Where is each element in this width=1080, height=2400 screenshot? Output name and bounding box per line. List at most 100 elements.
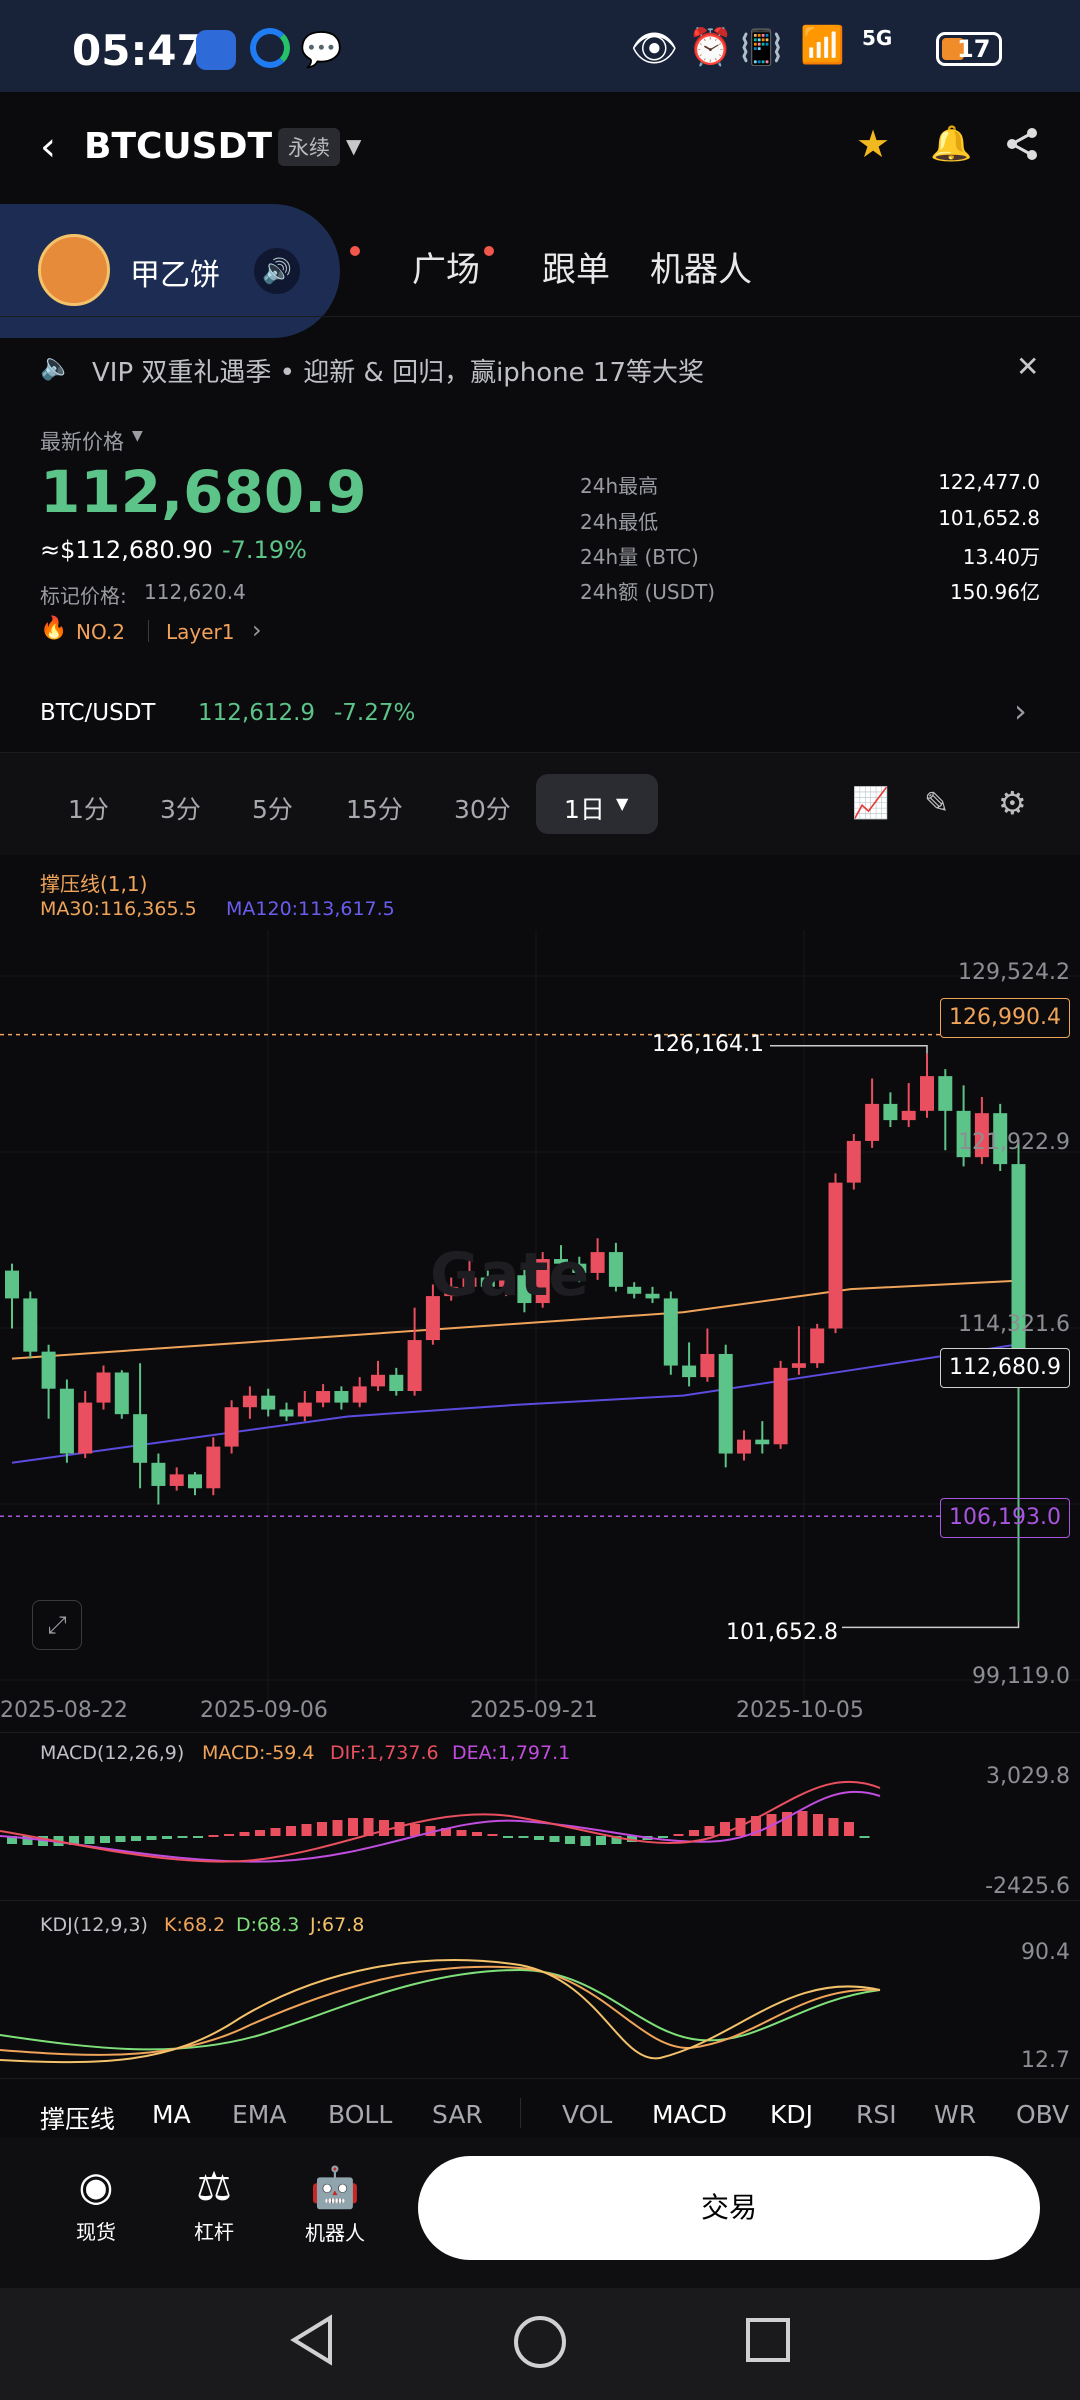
y-tick: 99,119.0	[972, 1664, 1070, 1689]
macd-bar	[689, 1830, 699, 1836]
macd-bar	[224, 1834, 234, 1836]
candle-body	[627, 1286, 642, 1294]
candle-body	[737, 1439, 751, 1454]
stat-label: 24h量 (BTC)	[580, 545, 699, 569]
watermark: Gate	[430, 1240, 590, 1310]
eye-icon: 👁	[630, 26, 679, 70]
candle-body	[828, 1182, 843, 1329]
draw-tool-icon[interactable]: ✎	[924, 786, 949, 821]
timeframe-3m[interactable]: 3分	[160, 790, 201, 826]
ma120-line	[11, 1343, 1019, 1464]
macd-bar	[270, 1828, 281, 1836]
recents-nav-icon[interactable]	[738, 2310, 798, 2374]
macd-bar	[549, 1836, 560, 1842]
high-leader	[770, 1045, 928, 1054]
price-chart[interactable]	[0, 930, 1080, 1700]
ind-tab-sar[interactable]: SAR	[432, 2100, 483, 2129]
macd-bar	[828, 1818, 839, 1836]
indicator-settings-icon[interactable]: 📈	[852, 786, 889, 821]
candle-body	[261, 1395, 276, 1410]
mark-price: 112,620.4	[144, 580, 246, 604]
candle-body	[608, 1252, 623, 1287]
ind-tab-kdj[interactable]: KDJ	[770, 2100, 813, 2129]
macd-bar	[100, 1836, 110, 1843]
k-value: K:68.2	[164, 1914, 226, 1936]
symbol-title[interactable]: BTCUSDT	[84, 126, 272, 167]
macd-bar	[239, 1832, 250, 1836]
macd-bar	[255, 1830, 265, 1836]
candle-body	[846, 1140, 861, 1183]
candle-body	[78, 1402, 93, 1454]
timeframe-5m[interactable]: 5分	[252, 790, 293, 826]
chevron-down-icon[interactable]: ▼	[346, 134, 361, 158]
star-icon[interactable]: ★	[856, 122, 890, 166]
macd-bar	[208, 1835, 219, 1837]
ind-tab-vol[interactable]: VOL	[562, 2100, 612, 2129]
ind-tab-ma[interactable]: MA	[152, 2100, 191, 2129]
wifi-icon: 📶	[800, 25, 845, 66]
live-audio-overlay[interactable]: 甲乙饼 🔊	[0, 204, 340, 338]
ind-tab-ema[interactable]: EMA	[232, 2100, 286, 2129]
back-nav-icon[interactable]	[282, 2310, 342, 2374]
dif-line	[0, 1780, 881, 1863]
announcement-text[interactable]: VIP 双重礼遇季 • 迎新 & 回归，赢iphone 17等大奖	[92, 352, 704, 389]
timeframe-1m[interactable]: 1分	[68, 790, 109, 826]
kdj-max: 90.4	[1021, 1940, 1070, 1965]
back-icon[interactable]: ‹	[40, 124, 56, 170]
d-line	[0, 1968, 881, 2051]
ind-tab-wr[interactable]: WR	[934, 2100, 976, 2129]
macd-bar	[146, 1836, 157, 1840]
tab-square[interactable]: 广场	[412, 242, 480, 291]
ind-tab-obv[interactable]: OBV	[1016, 2100, 1080, 2129]
home-nav-icon[interactable]	[508, 2310, 572, 2378]
gear-icon[interactable]: ⚙	[998, 784, 1027, 822]
spot-pair[interactable]: BTC/USDT	[40, 700, 155, 726]
candle-body	[718, 1353, 733, 1454]
candle-body	[883, 1103, 898, 1121]
macd-bar	[472, 1832, 482, 1836]
nav-robot[interactable]: 🤖 机器人	[290, 2164, 380, 2246]
category-tag[interactable]: Layer1	[166, 620, 235, 644]
timeframe-15m[interactable]: 15分	[346, 790, 403, 826]
macd-value: MACD:-59.4	[202, 1742, 315, 1764]
stat-label: 24h最低	[580, 510, 659, 534]
tab-copytrade[interactable]: 跟单	[542, 242, 610, 291]
ind-tab-macd[interactable]: MACD	[652, 2100, 727, 2129]
ind-tab-rsi[interactable]: RSI	[856, 2100, 897, 2129]
x-tick: 2025-08-22	[0, 1698, 128, 1723]
ind-tab-boll[interactable]: BOLL	[328, 2100, 392, 2129]
price-change: -7.19%	[222, 536, 307, 564]
y-tick: 114,321.6	[958, 1312, 1070, 1337]
close-icon[interactable]: ✕	[1016, 350, 1039, 383]
ind-tab-support[interactable]: 撑压线	[40, 2100, 115, 2136]
expand-icon[interactable]: ⤢	[32, 1600, 82, 1650]
macd-min: -2425.6	[985, 1874, 1070, 1899]
timeframe-30m[interactable]: 30分	[454, 790, 511, 826]
last-price-label[interactable]: 最新价格	[40, 426, 124, 456]
chevron-down-icon[interactable]: ▼	[132, 428, 143, 444]
candle-body	[663, 1298, 678, 1366]
chevron-right-icon[interactable]: ›	[1014, 692, 1027, 730]
dea-value: DEA:1,797.1	[452, 1742, 571, 1764]
tab-robot[interactable]: 机器人	[650, 242, 752, 291]
chevron-right-icon[interactable]: ›	[252, 616, 262, 644]
y-tick: 121,922.9	[958, 1130, 1070, 1155]
timeframe-1d[interactable]: 1日 ▼	[536, 774, 658, 834]
macd-bar	[348, 1818, 358, 1836]
last-price: 112,680.9	[40, 458, 367, 526]
candle-body	[901, 1110, 916, 1121]
candle-body	[407, 1340, 422, 1392]
macd-bar	[534, 1836, 544, 1840]
trade-button[interactable]: 交易	[418, 2156, 1040, 2260]
candle-body	[938, 1076, 953, 1111]
nav-margin[interactable]: ⚖ 杠杆	[174, 2164, 254, 2245]
nav-spot[interactable]: ◉ 现货	[56, 2164, 136, 2245]
share-icon[interactable]	[1004, 126, 1040, 162]
chart-indicator-title: 撑压线(1,1)	[40, 872, 148, 896]
high-marker: 126,164.1	[652, 1032, 764, 1057]
speaker-icon[interactable]: 🔊	[254, 248, 300, 294]
price-alert-icon[interactable]: 🔔	[930, 124, 972, 164]
x-tick: 2025-09-21	[470, 1698, 598, 1723]
spot-change: -7.27%	[334, 700, 416, 726]
macd-bar	[813, 1814, 823, 1836]
